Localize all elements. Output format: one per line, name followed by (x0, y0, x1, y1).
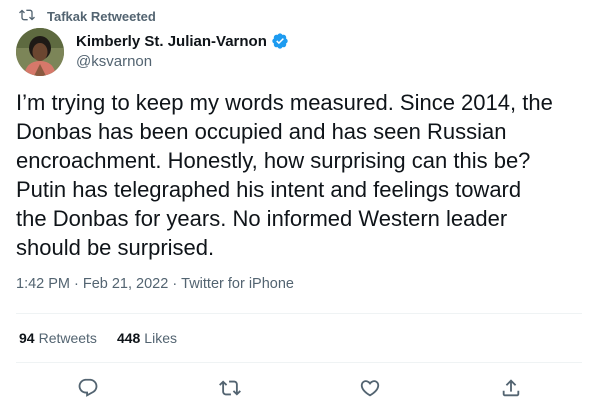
author-info[interactable]: Kimberly St. Julian-Varnon @ksvarnon (76, 32, 289, 70)
like-icon[interactable] (359, 377, 381, 399)
tweet-text-line: Putin has telegraphed his intent and fee… (16, 177, 522, 202)
retweeted-by-header[interactable]: Tafkak Retweeted (19, 6, 156, 26)
author-handle[interactable]: @ksvarnon (76, 53, 289, 70)
likes-label: Likes (144, 330, 177, 346)
retweets-count: 94 (19, 330, 35, 346)
tweet-text-line: Donbas has been occupied and has seen Ru… (16, 119, 507, 144)
tweet-time[interactable]: 1:42 PM (16, 276, 70, 292)
tweet-metadata: 1:42 PM · Feb 21, 2022 · Twitter for iPh… (16, 276, 294, 292)
tweet-source[interactable]: Twitter for iPhone (181, 276, 294, 292)
retweeted-by-text: Tafkak Retweeted (47, 8, 156, 24)
share-icon[interactable] (500, 377, 522, 399)
author-name[interactable]: Kimberly St. Julian-Varnon (76, 33, 267, 50)
reply-icon[interactable] (77, 377, 99, 399)
retweet-icon (19, 7, 35, 26)
retweets-stat[interactable]: 94 Retweets (19, 330, 97, 346)
retweets-label: Retweets (38, 330, 97, 346)
tweet-date[interactable]: Feb 21, 2022 (83, 276, 168, 292)
separator-dot: · (172, 276, 178, 292)
separator-dot: · (74, 276, 79, 292)
tweet-text-line: I’m trying to keep my words measured. Si… (16, 90, 553, 115)
tweet-text-line: should be surprised. (16, 235, 215, 260)
tweet-text: I’m trying to keep my words measured. Si… (16, 88, 586, 262)
divider (16, 313, 582, 314)
tweet-stats: 94 Retweets 448 Likes (19, 330, 177, 346)
divider (16, 362, 582, 363)
likes-stat[interactable]: 448 Likes (117, 330, 177, 346)
likes-count: 448 (116, 330, 141, 346)
verified-badge-icon (271, 32, 289, 50)
tweet-text-line: the Donbas for years. No informed Wester… (16, 206, 508, 231)
tweet-text-line: encroachment. Honestly, how surprising c… (16, 148, 531, 173)
retweet-icon[interactable] (219, 377, 241, 399)
author-avatar[interactable] (16, 28, 64, 76)
tweet-actions (0, 374, 598, 402)
